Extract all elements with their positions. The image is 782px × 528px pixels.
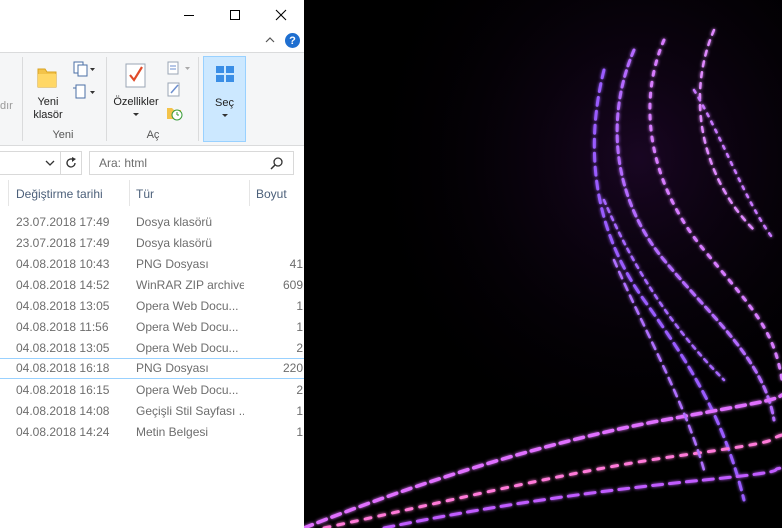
group-label-open: Aç [146,129,160,141]
file-row[interactable]: 23.07.2018 17:49 Dosya klasörü [0,212,304,233]
new-item-icon[interactable] [72,84,96,100]
close-icon [275,9,287,21]
file-size: 220 [282,361,303,375]
file-type: Opera Web Docu... [136,341,239,355]
title-bar [0,0,304,30]
properties-icon [125,63,146,88]
new-folder-button[interactable]: Yeni klasör [28,59,68,125]
file-date: 04.08.2018 11:56 [16,320,109,334]
search-placeholder: Ara: html [99,156,148,170]
edit-icon[interactable] [166,82,182,98]
file-size: 2 [296,341,303,355]
ribbon-separator [198,57,199,141]
select-grid-icon [216,66,234,82]
file-type: Geçişli Stil Sayfası ... [136,404,244,418]
file-date: 23.07.2018 17:49 [16,236,110,250]
file-row[interactable]: 04.08.2018 13:05 Opera Web Docu... 2 [0,338,304,359]
properties-label: Özellikler [113,96,159,108]
file-size: 2 [296,383,303,397]
file-date: 04.08.2018 10:43 [16,257,110,271]
desktop-wallpaper [304,0,782,528]
file-row[interactable]: 04.08.2018 16:15 Opera Web Docu... 2 [0,380,304,401]
file-size: 41 [289,257,303,271]
maximize-button[interactable] [212,0,258,30]
file-size [250,233,303,254]
copy-path-icon[interactable] [72,61,96,77]
file-type: PNG Dosyası [136,257,209,271]
refresh-button[interactable] [60,151,82,175]
column-divider[interactable] [129,180,130,206]
file-size: 1 [296,299,303,313]
file-row[interactable]: 04.08.2018 13:05 Opera Web Docu... 1 [0,296,304,317]
chevron-down-icon [222,114,228,117]
refresh-icon [66,157,76,168]
column-divider[interactable] [249,180,250,206]
file-row[interactable]: 23.07.2018 17:49 Dosya klasörü [0,233,304,254]
file-size: 1 [296,320,303,334]
column-header-size[interactable]: Boyut [256,178,287,210]
ribbon-separator [106,57,107,141]
select-label: Seç [215,97,234,109]
file-type: PNG Dosyası [136,361,209,375]
file-type: Dosya klasörü [136,236,213,250]
file-size: 1 [296,425,303,439]
file-date: 04.08.2018 14:52 [16,278,110,292]
new-folder-label: Yeni klasör [33,96,63,121]
file-type: Metin Belgesi [136,425,209,439]
file-date: 23.07.2018 17:49 [16,215,110,229]
open-icon[interactable] [166,60,192,76]
file-row[interactable]: 04.08.2018 14:08 Geçişli Stil Sayfası ..… [0,401,304,422]
close-button[interactable] [258,0,304,30]
help-icon[interactable]: ? [285,33,300,48]
chevron-down-icon[interactable] [44,159,56,167]
minimize-icon [184,15,194,16]
binary-ribbon-artwork [304,0,782,528]
search-box[interactable]: Ara: html [89,151,294,175]
file-explorer-window: ? dır Yeni klasör Yeni Özellikler Aç Seç… [0,0,304,528]
chevron-down-icon [133,113,139,116]
select-button[interactable]: Seç [203,56,246,142]
minimize-button[interactable] [166,0,212,30]
file-size: 609 [282,278,303,292]
file-row[interactable]: 04.08.2018 14:52 WinRAR ZIP archive 609 [0,275,304,296]
column-header-date[interactable]: Değiştirme tarihi [16,178,103,210]
file-type: Opera Web Docu... [136,320,239,334]
group-label-new: Yeni [52,129,74,141]
column-header-type[interactable]: Tür [136,178,154,210]
ribbon-separator [22,57,23,141]
history-icon[interactable] [166,104,184,122]
maximize-icon [230,10,240,20]
file-date: 04.08.2018 14:08 [16,404,110,418]
file-type: Opera Web Docu... [136,383,239,397]
file-size: 1 [296,404,303,418]
file-type: Opera Web Docu... [136,299,239,313]
search-icon[interactable] [270,156,284,170]
file-row[interactable]: 04.08.2018 11:56 Opera Web Docu... 1 [0,317,304,338]
address-bar[interactable] [0,151,61,175]
file-row-selected[interactable]: 04.08.2018 16:18 PNG Dosyası 220 [0,358,304,379]
file-date: 04.08.2018 14:24 [16,425,110,439]
properties-button[interactable]: Özellikler [110,59,162,125]
column-divider[interactable] [8,180,9,206]
file-row[interactable]: 04.08.2018 14:24 Metin Belgesi 1 [0,422,304,443]
collapse-ribbon-icon[interactable] [264,35,276,45]
new-folder-icon [37,68,57,88]
ribbon-home: dır Yeni klasör Yeni Özellikler Aç Seç [0,53,304,146]
file-date: 04.08.2018 16:18 [16,361,110,375]
file-date: 04.08.2018 16:15 [16,383,110,397]
file-row[interactable]: 04.08.2018 10:43 PNG Dosyası 41 [0,254,304,275]
file-type: WinRAR ZIP archive [136,278,244,292]
file-date: 04.08.2018 13:05 [16,341,110,355]
file-type: Dosya klasörü [136,215,213,229]
partial-ribbon-label: dır [0,100,13,112]
ribbon-tab-row: ? [0,30,304,53]
file-size [250,212,303,233]
file-date: 04.08.2018 13:05 [16,299,110,313]
